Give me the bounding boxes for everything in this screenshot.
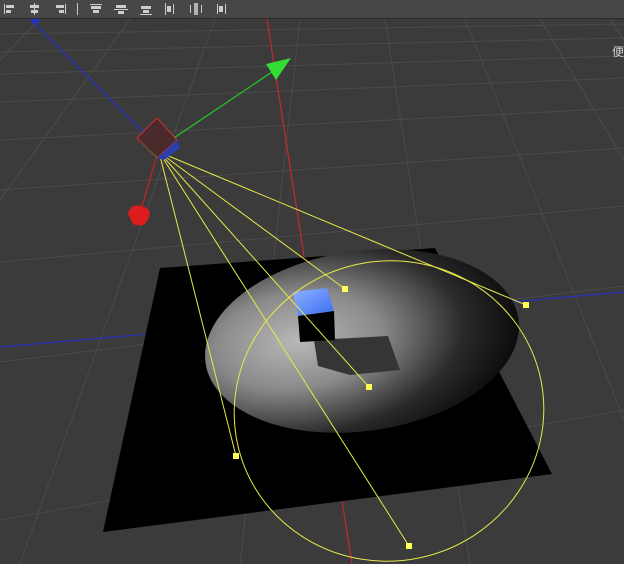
- scene-canvas: [0, 18, 624, 564]
- align-center-horizontal-icon[interactable]: [25, 1, 45, 18]
- align-toolbar: [0, 0, 624, 19]
- align-bottom-icon[interactable]: [136, 1, 156, 18]
- editor-window: 便: [0, 0, 624, 564]
- spotlight-handle-right[interactable]: [523, 302, 529, 308]
- cube-side-face: [298, 311, 335, 342]
- spotlight-handle-top[interactable]: [342, 286, 348, 292]
- align-top-icon[interactable]: [86, 1, 106, 18]
- distribute-vertical-icon[interactable]: [211, 1, 231, 18]
- scene-viewport[interactable]: 便: [0, 18, 624, 564]
- distribute-center-icon[interactable]: [186, 1, 206, 18]
- align-left-icon[interactable]: [0, 1, 20, 18]
- align-right-icon[interactable]: [50, 1, 70, 18]
- align-middle-vertical-icon[interactable]: [111, 1, 131, 18]
- toolbar-separator: [77, 3, 78, 15]
- spotlight-handle-bottom[interactable]: [406, 543, 412, 549]
- cube-top-face: [293, 288, 334, 316]
- spotlight-handle-left[interactable]: [233, 453, 239, 459]
- viewport-corner-label: 便: [611, 45, 624, 59]
- distribute-horizontal-icon[interactable]: [161, 1, 181, 18]
- spotlight-handle-center[interactable]: [366, 384, 372, 390]
